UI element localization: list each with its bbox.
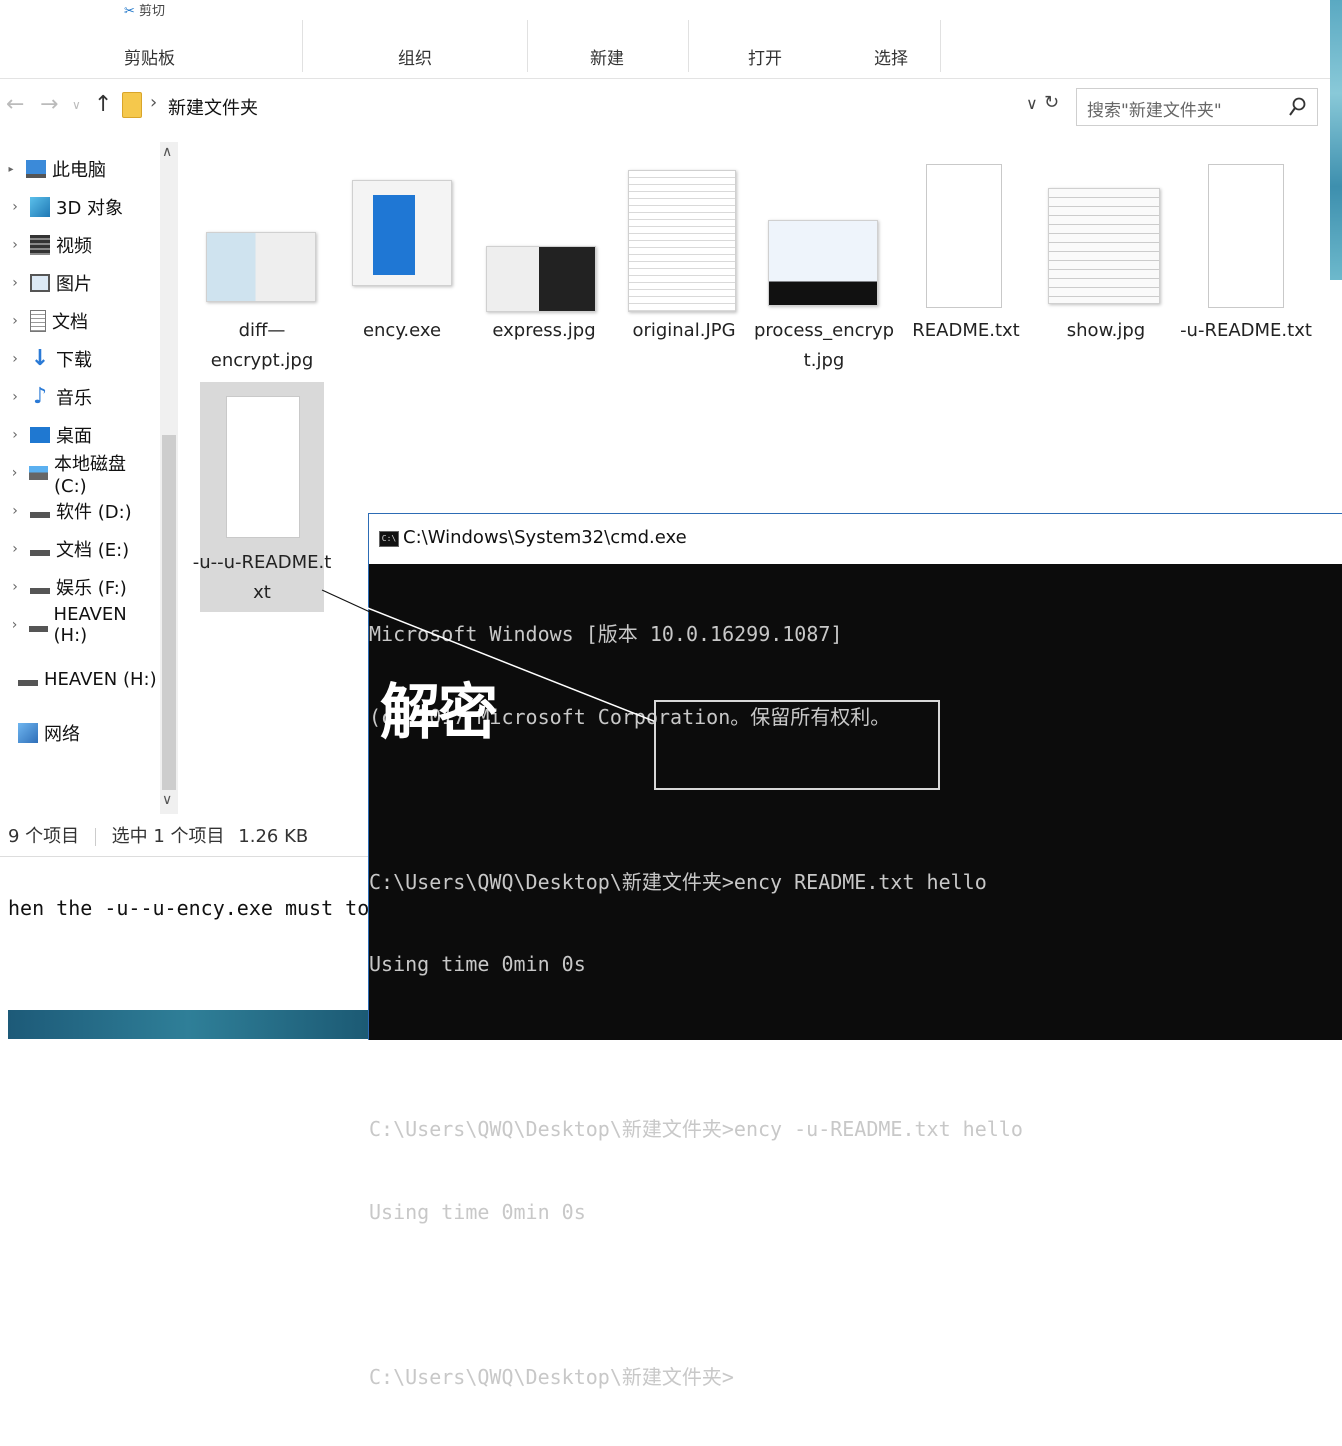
annotation-arrow [321,589,657,723]
cmd-line: Using time 0min 0s [369,1199,586,1224]
cmd-line: C:\Users\QWQ\Desktop\新建文件夹> [369,1364,734,1389]
annotation-highlight-box [654,700,940,790]
cmd-line [369,1281,1342,1309]
cmd-line: C:\Users\QWQ\Desktop\新建文件夹>ency -u-READM… [369,1117,1023,1141]
annotation-label: 解密 [380,678,498,748]
